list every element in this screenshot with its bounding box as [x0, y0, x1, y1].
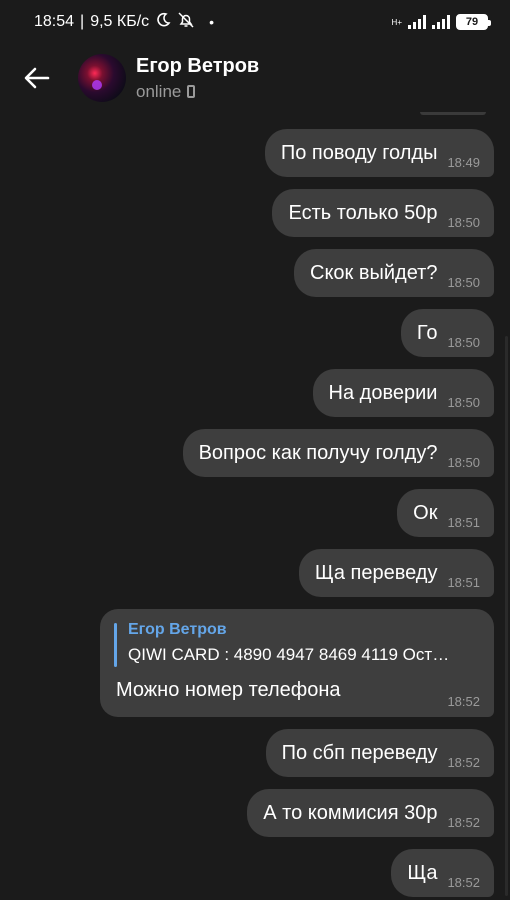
contact-status-line: online [136, 82, 259, 102]
status-divider: | [80, 13, 85, 30]
message-time: 18:51 [447, 515, 480, 530]
contact-info[interactable]: Егор Ветров online [136, 55, 259, 102]
message-list[interactable]: По поводу голды 18:49 Есть только 50р 18… [0, 112, 510, 900]
message-text: По поводу голды [280, 141, 438, 164]
status-left: 18:54 | 9,5 КБ/с • [34, 11, 214, 34]
signal-icon-2 [432, 15, 450, 29]
message-time: 18:52 [447, 755, 480, 770]
avatar[interactable] [78, 54, 126, 102]
contact-name: Егор Ветров [136, 54, 260, 77]
dot-icon: • [209, 14, 215, 30]
status-right: H+ 79 [391, 14, 491, 30]
chat-header: Егор Ветров online [0, 44, 510, 112]
message-text: Ща переведу [314, 561, 438, 584]
moon-icon [155, 12, 171, 33]
message-bubble[interactable]: На доверии 18:50 [312, 369, 494, 417]
message-time: 18:52 [447, 815, 480, 830]
message-bubble[interactable]: Го 18:50 [400, 309, 494, 357]
contact-status: online [136, 81, 182, 101]
message-text: Есть только 50р [288, 201, 438, 224]
message-bubble[interactable]: Ща переведу 18:51 [298, 549, 494, 597]
message-text: Го [416, 321, 438, 344]
battery-level: 79 [465, 16, 479, 28]
message-time: 18:51 [447, 575, 480, 590]
quoted-message[interactable]: Егор Ветров QIWI CARD : 4890 4947 8469 4… [114, 621, 480, 669]
arrow-left-icon [24, 67, 50, 89]
quote-text: QIWI CARD : 4890 4947 8469 4119 Ост… [128, 645, 450, 664]
chat-screen: 18:54 | 9,5 КБ/с • H+ 79 Егор Ветров onl… [0, 0, 510, 900]
message-time: 18:50 [447, 455, 480, 470]
message-time: 18:49 [447, 155, 480, 170]
network-type: H+ [391, 17, 402, 27]
phone-icon [187, 85, 196, 98]
message-text: Ок [413, 501, 438, 524]
message-time: 18:50 [447, 395, 480, 410]
message-bubble[interactable]: Скок выйдет? 18:50 [294, 249, 494, 297]
message-bubble[interactable]: По сбп переведу 18:52 [265, 729, 494, 777]
message-bubble[interactable]: Ща 18:52 [391, 849, 494, 897]
message-text: На доверии [328, 381, 438, 404]
message-bubble[interactable]: Есть только 50р 18:50 [272, 189, 494, 237]
message-text: Вопрос как получу голду? [198, 441, 438, 464]
status-speed: 9,5 КБ/с [90, 13, 150, 30]
message-time: 18:50 [447, 335, 480, 350]
message-text: Ща [407, 861, 438, 884]
back-button[interactable] [12, 53, 62, 103]
message-bubble[interactable]: А то коммисия 30р 18:52 [247, 789, 494, 837]
message-time: 18:50 [447, 215, 480, 230]
reply-message-bubble[interactable]: Егор Ветров QIWI CARD : 4890 4947 8469 4… [100, 609, 494, 717]
message-bubble[interactable]: По поводу голды 18:49 [264, 129, 494, 177]
status-time: 18:54 [34, 13, 75, 30]
message-time: 18:52 [447, 694, 480, 709]
message-bubble[interactable]: Ок 18:51 [397, 489, 494, 537]
quote-bar [114, 623, 117, 667]
scrollbar[interactable] [505, 336, 508, 896]
message-time: 18:50 [447, 275, 480, 290]
signal-icon [408, 15, 426, 29]
message-text: По сбп переведу [281, 741, 438, 764]
battery-icon: 79 [456, 14, 491, 30]
message-text: Скок выйдет? [310, 261, 438, 284]
message-text: А то коммисия 30р [263, 801, 438, 824]
previous-message-edge [420, 112, 486, 115]
message-time: 18:52 [447, 875, 480, 890]
status-bar: 18:54 | 9,5 КБ/с • H+ 79 [0, 0, 510, 44]
bell-off-icon [177, 11, 195, 34]
message-bubble[interactable]: Вопрос как получу голду? 18:50 [182, 429, 494, 477]
quote-author: Егор Ветров [128, 621, 227, 638]
message-text: Можно номер телефона [116, 679, 341, 701]
